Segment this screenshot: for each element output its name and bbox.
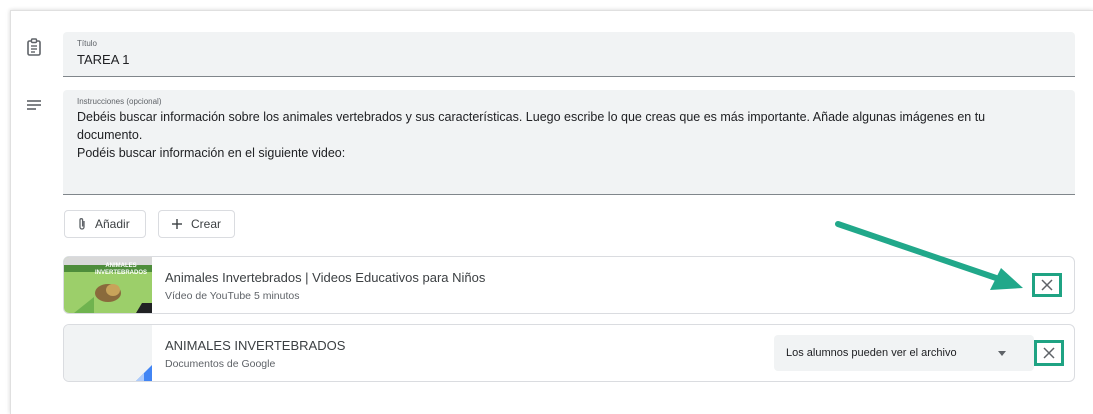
- instructions-line-2: documento.: [77, 128, 143, 142]
- paperclip-icon: [79, 218, 85, 230]
- add-button[interactable]: Añadir: [64, 210, 146, 238]
- attachment-title[interactable]: Animales Invertebrados | Videos Educativ…: [165, 270, 485, 285]
- attachment-title[interactable]: ANIMALES INVERTEBRADOS: [165, 338, 345, 353]
- permission-dropdown[interactable]: Los alumnos pueden ver el archivo: [774, 335, 1034, 371]
- video-thumbnail-text: ANIMALES INVERTEBRADOS: [94, 263, 147, 276]
- close-icon: [1041, 279, 1053, 291]
- attachment-subtitle: Vídeo de YouTube 5 minutos: [165, 290, 300, 302]
- attachment-google-doc[interactable]: ANIMALES INVERTEBRADOS Documentos de Goo…: [63, 324, 1075, 382]
- instructions-field[interactable]: Instrucciones (opcional) Debéis buscar i…: [63, 90, 1075, 195]
- notes-icon: [27, 100, 41, 110]
- create-button-label: Crear: [191, 217, 222, 231]
- instructions-line-1: Debéis buscar información sobre los anim…: [77, 110, 986, 124]
- remove-attachment-button[interactable]: [1034, 340, 1064, 366]
- plus-icon: [172, 219, 182, 229]
- permission-dropdown-value: Los alumnos pueden ver el archivo: [786, 347, 957, 359]
- dropdown-arrow-icon: [998, 351, 1006, 356]
- assignment-icon: [27, 38, 41, 56]
- title-field-value[interactable]: TAREA 1: [77, 52, 1061, 68]
- create-button[interactable]: Crear: [158, 210, 235, 238]
- title-field[interactable]: Título TAREA 1: [63, 32, 1075, 77]
- title-field-label: Título: [77, 39, 98, 48]
- arrow-annotation: [835, 221, 1023, 290]
- instructions-line-3: Podéis buscar información en el siguient…: [77, 146, 346, 160]
- document-thumbnail: [64, 325, 152, 381]
- attachment-subtitle: Documentos de Google: [165, 358, 276, 370]
- add-button-label: Añadir: [95, 217, 130, 231]
- close-icon: [1043, 347, 1055, 359]
- instructions-field-label: Instrucciones (opcional): [77, 97, 162, 106]
